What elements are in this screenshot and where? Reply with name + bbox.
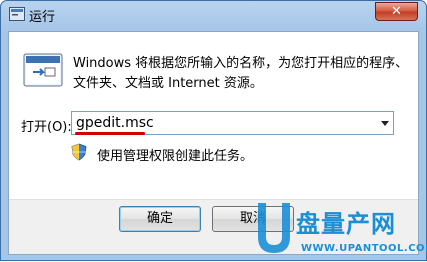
admin-privileges-note: 使用管理权限创建此任务。	[97, 149, 254, 164]
ok-button[interactable]: 确定	[119, 206, 201, 232]
title-bar[interactable]: 运行 ✕	[1, 1, 426, 31]
watermark-text: 盘量产网	[296, 210, 396, 238]
uac-shield-icon	[71, 143, 87, 161]
dropdown-arrow-icon[interactable]	[381, 121, 389, 126]
close-button[interactable]: ✕	[375, 2, 418, 21]
open-label: 打开(O):	[21, 120, 72, 135]
run-icon	[9, 7, 25, 21]
command-input-value[interactable]: gpedit.msc	[76, 115, 154, 131]
dialog-description: Windows 将根据您所输入的名称，为您打开相应的程序、文件夹、文档或 Int…	[73, 56, 409, 91]
red-underline-annotation	[75, 132, 145, 135]
run-program-icon	[23, 53, 63, 87]
close-icon: ✕	[391, 4, 402, 19]
watermark-url: WWW.UPANTOOL.COM	[301, 243, 427, 254]
window-title: 运行	[29, 10, 56, 25]
run-dialog-window: 运行 ✕ Windows 将根据您所输入的名称，为您打开相应的程序、文件夹、文档…	[0, 0, 427, 261]
